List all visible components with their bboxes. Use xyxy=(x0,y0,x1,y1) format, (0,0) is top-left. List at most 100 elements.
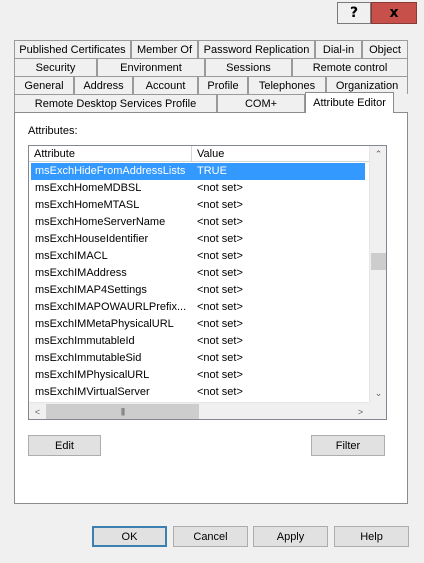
help-button[interactable]: Help xyxy=(334,526,409,547)
attribute-name: msExchIMAP4Settings xyxy=(35,284,147,296)
tab-label: Member Of xyxy=(136,43,192,56)
list-item[interactable]: msExchImmutableId <not set> xyxy=(31,333,365,350)
tab-label: Password Replication xyxy=(203,43,310,56)
tab-label: General xyxy=(24,79,64,92)
attribute-value: TRUE xyxy=(197,165,227,177)
scrollbar-corner xyxy=(369,402,386,419)
attribute-value: <not set> xyxy=(197,233,243,245)
list-item[interactable]: msExchIMAddress <not set> xyxy=(31,265,365,282)
attribute-value: <not set> xyxy=(197,352,243,364)
apply-button[interactable]: Apply xyxy=(253,526,328,547)
tab-object[interactable]: Object xyxy=(362,40,408,58)
close-button[interactable]: x xyxy=(371,2,417,24)
chevron-up-icon[interactable]: ⌃ xyxy=(370,146,386,163)
attribute-value: <not set> xyxy=(197,216,243,228)
column-header-attribute[interactable]: Attribute xyxy=(29,146,192,162)
tab-com-plus[interactable]: COM+ xyxy=(217,94,305,112)
tab-published-certificates[interactable]: Published Certificates xyxy=(14,40,131,58)
tab-attribute-editor[interactable]: Attribute Editor xyxy=(305,92,394,113)
list-item[interactable]: msExchHomeServerName <not set> xyxy=(31,214,365,231)
tab-label: COM+ xyxy=(244,97,278,110)
list-item[interactable]: msExchHomeMTASL <not set> xyxy=(31,197,365,214)
attribute-name: msExchHomeMDBSL xyxy=(35,182,142,194)
column-header-value[interactable]: Value xyxy=(192,146,369,162)
help-button-label: Help xyxy=(360,530,383,543)
horizontal-scroll-thumb[interactable]: ||| xyxy=(46,404,199,419)
list-item[interactable]: msExchHideFromAddressLists TRUE xyxy=(31,163,365,180)
attribute-value: <not set> xyxy=(197,267,243,279)
grip-icon: ||| xyxy=(120,407,125,416)
attributes-list[interactable]: Attribute Value msExchHideFromAddressLis… xyxy=(28,145,387,420)
tab-label: Attribute Editor xyxy=(313,97,386,109)
attribute-value: <not set> xyxy=(197,301,243,313)
tab-remote-desktop-services-profile[interactable]: Remote Desktop Services Profile xyxy=(14,94,217,112)
tab-password-replication[interactable]: Password Replication xyxy=(198,40,315,58)
tab-account[interactable]: Account xyxy=(133,76,198,94)
tab-label: Dial-in xyxy=(322,43,355,56)
tab-label: Account xyxy=(145,79,186,92)
tab-profile[interactable]: Profile xyxy=(198,76,248,94)
tab-label: Remote Desktop Services Profile xyxy=(34,97,197,110)
tab-label: Security xyxy=(35,61,76,74)
tab-label: Published Certificates xyxy=(19,43,126,56)
chevron-left-icon[interactable]: < xyxy=(29,403,46,419)
attribute-value: <not set> xyxy=(197,318,243,330)
attribute-value: <not set> xyxy=(197,182,243,194)
attributes-label: Attributes: xyxy=(28,125,78,137)
ok-button[interactable]: OK xyxy=(92,526,167,547)
list-item[interactable]: msExchImmutableSid <not set> xyxy=(31,350,365,367)
list-item[interactable]: msExchIMACL <not set> xyxy=(31,248,365,265)
apply-button-label: Apply xyxy=(276,530,305,543)
title-bar: ? x xyxy=(0,0,424,29)
tab-security[interactable]: Security xyxy=(14,58,97,76)
tab-member-of[interactable]: Member Of xyxy=(131,40,198,58)
chevron-down-icon[interactable]: ⌄ xyxy=(370,385,386,402)
attribute-name: msExchIMAddress xyxy=(35,267,127,279)
attribute-value: <not set> xyxy=(197,199,243,211)
edit-button-label: Edit xyxy=(55,439,74,452)
list-item[interactable]: msExchHomeMDBSL <not set> xyxy=(31,180,365,197)
attribute-name: msExchIMMetaPhysicalURL xyxy=(35,318,174,330)
close-icon: x xyxy=(389,5,399,21)
help-title-button[interactable]: ? xyxy=(337,2,371,24)
list-item[interactable]: msExchHouseIdentifier <not set> xyxy=(31,231,365,248)
tab-address[interactable]: Address xyxy=(74,76,133,94)
cancel-button[interactable]: Cancel xyxy=(173,526,248,547)
chevron-right-icon[interactable]: > xyxy=(352,403,369,419)
attribute-name: msExchIMPhysicalURL xyxy=(35,369,150,381)
ok-button-label: OK xyxy=(121,530,138,543)
attribute-name: msExchHomeMTASL xyxy=(35,199,140,211)
horizontal-scrollbar[interactable]: < ||| > xyxy=(29,402,369,419)
tab-label: Address xyxy=(83,79,124,92)
attribute-name: msExchHouseIdentifier xyxy=(35,233,149,245)
list-item[interactable]: msExchIMPhysicalURL <not set> xyxy=(31,367,365,384)
attribute-value: <not set> xyxy=(197,250,243,262)
tab-label: Environment xyxy=(120,61,182,74)
edit-button[interactable]: Edit xyxy=(28,435,101,456)
tab-label: Remote control xyxy=(312,61,388,74)
attribute-value: <not set> xyxy=(197,335,243,347)
tab-dial-in[interactable]: Dial-in xyxy=(315,40,362,58)
tab-label: Organization xyxy=(335,79,399,92)
list-item[interactable]: msExchIMVirtualServer <not set> xyxy=(31,384,365,401)
vertical-scrollbar[interactable]: ⌃ ⌄ xyxy=(369,146,386,402)
attribute-name: msExchHomeServerName xyxy=(35,216,166,228)
list-item[interactable]: msExchIMAP4Settings <not set> xyxy=(31,282,365,299)
cancel-button-label: Cancel xyxy=(193,530,228,543)
attribute-name: msExchImmutableId xyxy=(35,335,135,347)
tab-sessions[interactable]: Sessions xyxy=(205,58,292,76)
vertical-scroll-thumb[interactable] xyxy=(371,253,386,270)
tab-label: Object xyxy=(369,43,401,56)
attribute-value: <not set> xyxy=(197,284,243,296)
list-item[interactable]: msExchIMMetaPhysicalURL <not set> xyxy=(31,316,365,333)
filter-button-label: Filter xyxy=(335,439,361,452)
help-title-label: ? xyxy=(349,5,359,21)
filter-button[interactable]: Filter xyxy=(311,435,385,456)
tab-environment[interactable]: Environment xyxy=(97,58,205,76)
tab-remote-control[interactable]: Remote control xyxy=(292,58,408,76)
list-item[interactable]: msExchIMAPOWAURLPrefix... <not set> xyxy=(31,299,365,316)
attribute-name: msExchImmutableSid xyxy=(35,352,142,364)
list-header: Attribute Value xyxy=(29,146,369,162)
tab-general[interactable]: General xyxy=(14,76,74,94)
attribute-name: msExchIMAPOWAURLPrefix... xyxy=(35,301,187,313)
